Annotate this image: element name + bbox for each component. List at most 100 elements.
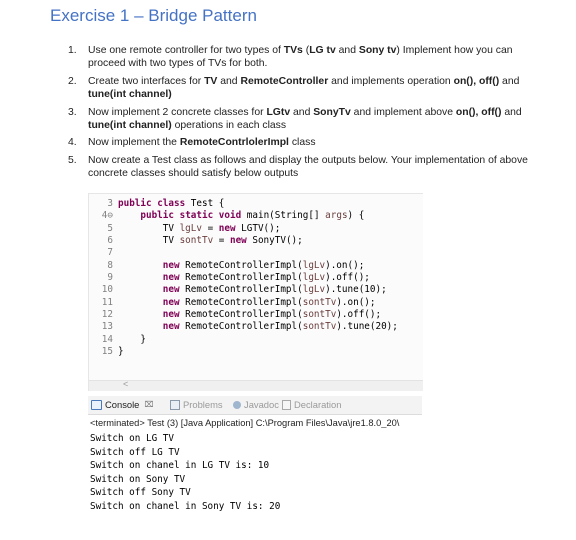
code-variable: sontTv — [302, 296, 337, 308]
code-line: 15} — [89, 346, 423, 358]
task-text: and — [290, 106, 314, 118]
task-text: and — [501, 106, 522, 118]
task-emphasis: RemoteContrlolerImpl — [179, 137, 289, 149]
task-number: 5. — [68, 154, 77, 166]
code-line: 9 new RemoteControllerImpl(lgLv).off(); — [89, 272, 423, 284]
task-number: 4. — [68, 137, 77, 149]
code-text: SonyTV(); — [246, 235, 303, 247]
task-item: 3. Now implement 2 concrete classes for L… — [0, 106, 576, 133]
task-text: Now create a Test class as follows and d… — [88, 154, 528, 180]
tab-label: Problems — [183, 399, 223, 410]
javadoc-icon — [233, 400, 241, 409]
line-number: 11 — [101, 296, 113, 308]
tab-label: Declaration — [294, 399, 342, 410]
console-tab-bar: Console ⌧ Problems Javadoc Declaration — [88, 396, 422, 415]
task-item: 2. Create two interfaces for TV and Remot… — [0, 75, 576, 102]
tab-declaration[interactable]: Declaration — [282, 399, 341, 410]
horizontal-scrollbar[interactable]: < — [89, 379, 423, 391]
code-text: Test { — [185, 198, 225, 209]
code-keyword: public — [140, 210, 174, 222]
console-panel: Console ⌧ Problems Javadoc Declaration <term… — [88, 396, 422, 524]
line-number: 6 — [107, 235, 113, 247]
code-variable: sontTv — [302, 321, 337, 333]
output-line: Switch on LG TV — [90, 433, 174, 444]
code-line: 3 public class Test { — [89, 198, 423, 210]
line-number: 14 — [101, 333, 113, 345]
code-text: ) { — [347, 210, 365, 222]
code-line: 10 new RemoteControllerImpl(lgLv).tune(1… — [89, 284, 423, 296]
task-text: and — [217, 75, 241, 87]
code-line: 6 TV sontTv = new SonyTV(); — [89, 235, 423, 247]
code-text: TV — [118, 222, 180, 234]
line-number: 15 — [101, 346, 113, 358]
task-emphasis: RemoteController — [240, 75, 329, 87]
code-keyword: new — [162, 309, 180, 321]
code-variable: lgLv — [302, 284, 326, 296]
code-text: LGTV(); — [235, 222, 281, 234]
code-line: 8 new RemoteControllerImpl(lgLv).on(); — [89, 260, 423, 272]
task-text: operations in each class — [171, 120, 287, 132]
task-text: and — [335, 45, 359, 56]
scroll-left-icon[interactable]: < — [123, 379, 128, 389]
code-text: ).on(); — [336, 296, 376, 308]
task-emphasis: TVs — [283, 45, 303, 56]
tab-problems[interactable]: Problems — [170, 399, 223, 410]
output-line: Switch on Sony TV — [90, 473, 186, 485]
close-tab-icon[interactable]: ⌧ — [144, 400, 153, 409]
line-number: 7 — [107, 247, 113, 259]
code-line: 12 new RemoteControllerImpl(sontTv).off(… — [89, 309, 423, 321]
output-line: Switch on chanel in LG TV is: 10 — [90, 460, 270, 472]
code-text: TV — [118, 235, 180, 247]
task-text: Use one remote controller for two types … — [88, 45, 284, 56]
task-text: and — [499, 75, 520, 87]
task-emphasis: Sony tv — [358, 45, 397, 56]
code-variable: lgLv — [302, 272, 326, 284]
code-text: RemoteControllerImpl( — [179, 272, 303, 284]
code-variable: args — [325, 210, 348, 222]
code-line: 14 } — [89, 334, 423, 346]
line-number: 5 — [107, 222, 113, 234]
code-text: RemoteControllerImpl( — [179, 309, 303, 321]
task-item: 4. Now implement the RemoteContrlolerImpl… — [0, 136, 576, 149]
tab-javadoc[interactable]: Javadoc — [233, 399, 279, 410]
code-variable: sontTv — [179, 235, 214, 247]
task-text: Create two interfaces for — [88, 75, 205, 87]
task-emphasis: on(), off() — [455, 106, 502, 118]
code-keyword: new — [162, 259, 180, 271]
task-emphasis: LG tv — [309, 45, 336, 56]
console-icon — [91, 399, 102, 410]
task-number: 3. — [68, 106, 77, 118]
line-number: 13 — [101, 321, 113, 333]
console-output: Switch on LG TV Switch off LG TV Switch on… — [90, 432, 422, 514]
task-number: 2. — [68, 75, 77, 87]
code-editor[interactable]: 3 public class Test {4⊖ public static voi… — [88, 193, 423, 391]
code-lines: 3 public class Test {4⊖ public static voi… — [89, 198, 423, 358]
code-text: ).off(); — [336, 309, 382, 321]
tab-label: Javadoc — [244, 399, 279, 410]
line-number: 3 — [107, 198, 113, 209]
task-list: 1. Use one remote controller for two type… — [0, 44, 576, 185]
task-emphasis: TV — [204, 75, 218, 87]
line-number: 8 — [107, 259, 113, 271]
declaration-icon — [282, 399, 291, 410]
terminated-status: <terminated> Test (3) [Java Application]… — [90, 418, 400, 428]
task-emphasis: tune(int channel) — [88, 120, 172, 132]
problems-icon — [170, 399, 180, 410]
tab-console[interactable]: Console ⌧ — [91, 399, 154, 410]
line-number: 10 — [101, 284, 113, 296]
code-line: 7 — [89, 247, 423, 259]
task-emphasis: SonyTv — [313, 106, 351, 118]
code-keyword: new — [229, 235, 247, 247]
code-keyword: new — [162, 296, 180, 308]
code-text: ).off(); — [325, 272, 370, 284]
code-variable: sontTv — [302, 309, 337, 321]
code-text: } — [118, 346, 124, 358]
page-title: Exercise 1 – Bridge Pattern — [50, 6, 257, 25]
